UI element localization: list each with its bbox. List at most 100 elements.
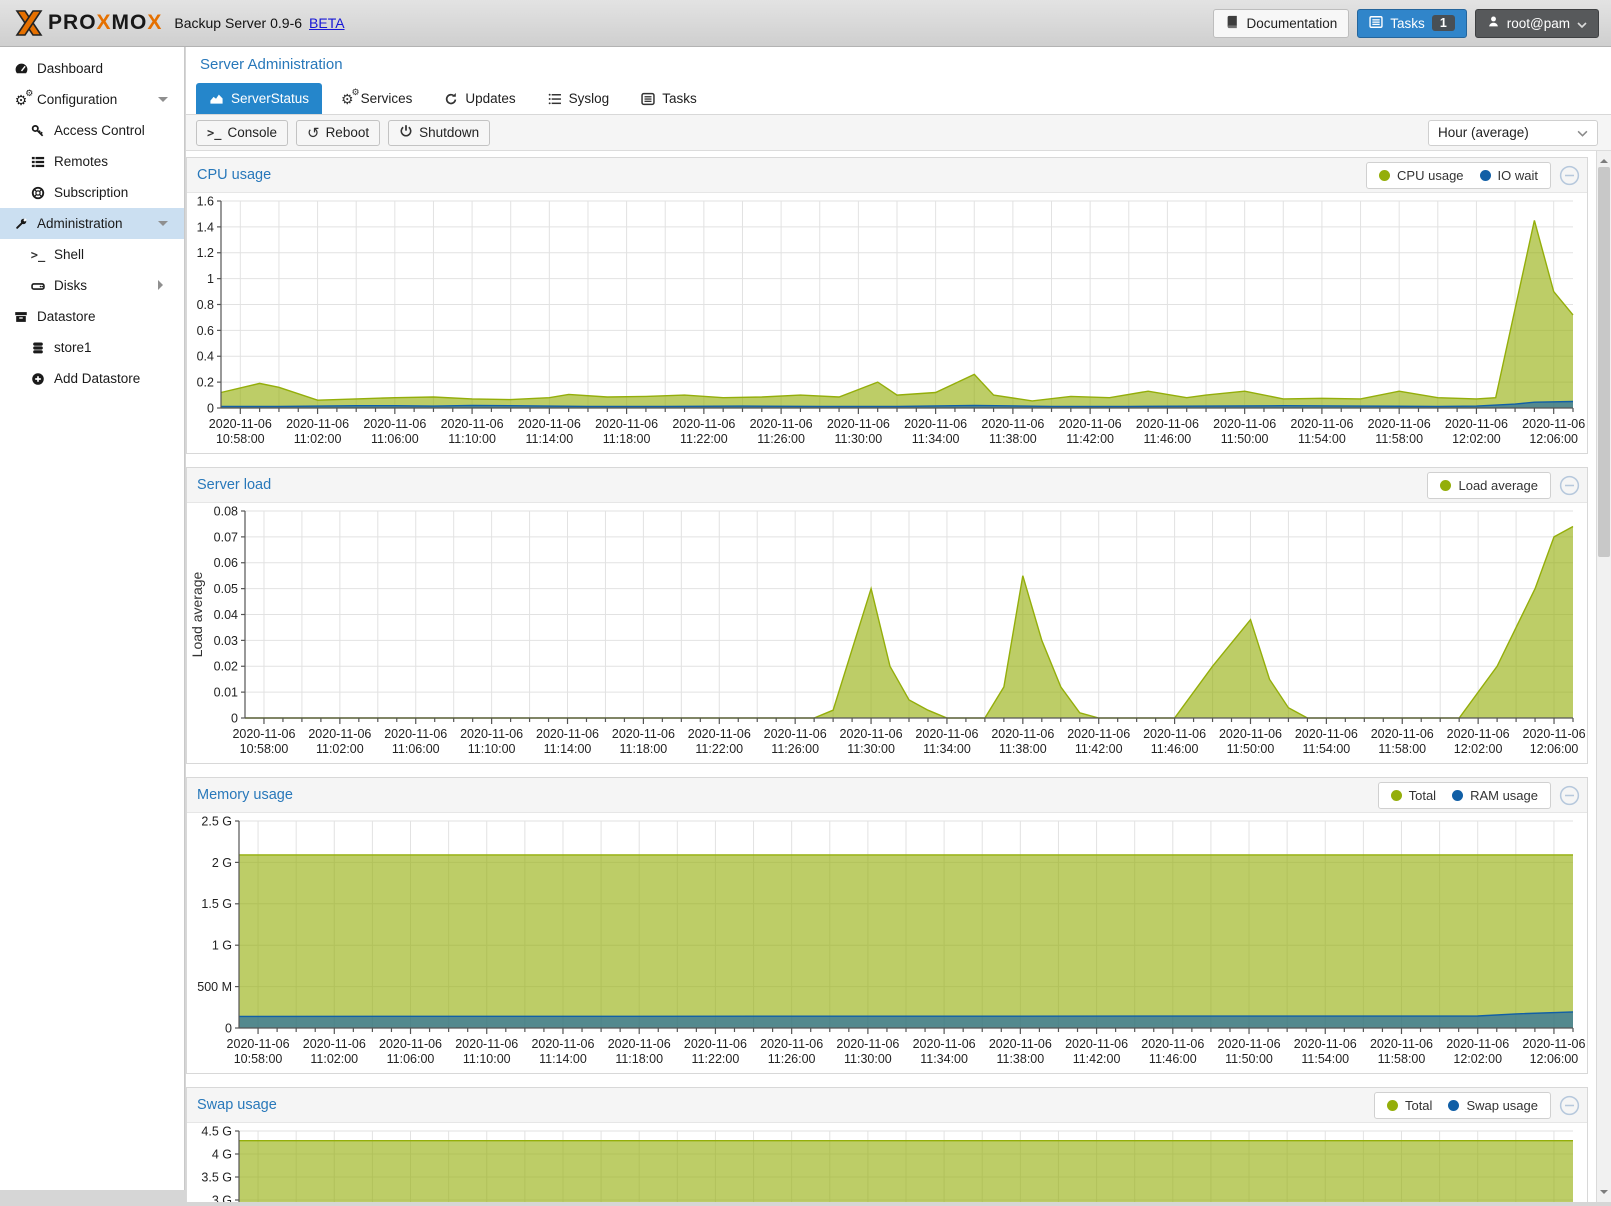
svg-text:2020-11-06: 2020-11-06 [915,727,978,741]
svg-text:11:02:00: 11:02:00 [310,1052,358,1066]
svg-text:2.5 G: 2.5 G [201,814,232,828]
sidebar-item-shell[interactable]: >_Shell [0,239,184,270]
svg-text:2020-11-06: 2020-11-06 [1368,417,1431,431]
collapse-panel-button[interactable] [1559,1095,1580,1116]
scrollbar-thumb[interactable] [1598,167,1610,557]
caret-right-icon[interactable] [158,280,168,290]
svg-text:2020-11-06: 2020-11-06 [1445,417,1508,431]
svg-text:2020-11-06: 2020-11-06 [303,1037,366,1051]
svg-text:2020-11-06: 2020-11-06 [531,1037,594,1051]
sidebar-item-subscription[interactable]: Subscription [0,177,184,208]
brand-wordmark: PROXMOX [48,11,162,35]
svg-text:2020-11-06: 2020-11-06 [989,1037,1052,1051]
svg-text:2020-11-06: 2020-11-06 [1522,1037,1585,1051]
svg-text:2020-11-06: 2020-11-06 [913,1037,976,1051]
toolbar: >_ Console ↺ Reboot Shutdown Hour (avera… [186,115,1611,151]
svg-text:2020-11-06: 2020-11-06 [1447,727,1510,741]
sidebar-item-disks[interactable]: Disks [0,270,184,301]
svg-text:10:58:00: 10:58:00 [216,432,265,446]
proxmox-logo-icon [12,9,44,37]
svg-text:0.04: 0.04 [214,608,238,622]
sidebar-item-administration[interactable]: Administration [0,208,184,239]
svg-text:2020-11-06: 2020-11-06 [1290,417,1353,431]
tasks-button[interactable]: Tasks 1 [1357,9,1466,38]
svg-text:2020-11-06: 2020-11-06 [1218,1037,1281,1051]
legend-item-total: Total [1387,1098,1432,1113]
tab-serverstatus[interactable]: ServerStatus [196,83,322,114]
svg-text:2020-11-06: 2020-11-06 [286,417,349,431]
product-version: Backup Server 0.9-6 [174,15,302,31]
svg-text:10:58:00: 10:58:00 [240,742,289,756]
tab-label: Updates [465,91,515,106]
sidebar-item-datastore[interactable]: Datastore [0,301,184,332]
tab-syslog[interactable]: Syslog [535,83,623,114]
svg-text:2020-11-06: 2020-11-06 [536,727,599,741]
svg-text:500 M: 500 M [197,980,232,994]
collapse-panel-button[interactable] [1559,785,1580,806]
shutdown-button[interactable]: Shutdown [388,120,490,146]
svg-text:11:54:00: 11:54:00 [1303,742,1351,756]
svg-text:2020-11-06: 2020-11-06 [1523,727,1586,741]
legend-dot-icon [1379,170,1390,181]
svg-text:2020-11-06: 2020-11-06 [460,727,523,741]
panel-title: CPU usage [197,167,271,183]
sidebar-item-add-datastore[interactable]: Add Datastore [0,363,184,394]
panel-memory: Memory usageTotalRAM usage0500 M1 G1.5 G… [186,777,1588,1074]
sidebar-item-remotes[interactable]: Remotes [0,146,184,177]
svg-text:11:30:00: 11:30:00 [847,742,895,756]
svg-text:12:06:00: 12:06:00 [1530,742,1579,756]
collapse-panel-button[interactable] [1559,475,1580,496]
svg-text:11:18:00: 11:18:00 [620,742,668,756]
svg-text:11:42:00: 11:42:00 [1075,742,1123,756]
svg-text:0.08: 0.08 [214,504,238,518]
sidebar-item-label: Configuration [37,92,117,107]
svg-text:2020-11-06: 2020-11-06 [1295,727,1358,741]
svg-text:11:46:00: 11:46:00 [1149,1052,1197,1066]
svg-text:2020-11-06: 2020-11-06 [1059,417,1122,431]
legend-label: Total [1409,788,1436,803]
svg-text:1 G: 1 G [212,939,232,953]
svg-text:2020-11-06: 2020-11-06 [991,727,1054,741]
tab-services[interactable]: ⚙⚙Services [328,83,425,114]
sidebar-item-dashboard[interactable]: Dashboard [0,53,184,84]
collapse-panel-button[interactable] [1559,165,1580,186]
key-icon [29,123,47,139]
sidebar-item-store1[interactable]: store1 [0,332,184,363]
panel-load: Server loadLoad average00.010.020.030.04… [186,467,1588,764]
svg-text:1.2: 1.2 [197,246,214,260]
power-icon [399,124,413,141]
panel-cpu: CPU usageCPU usageIO wait00.20.40.60.811… [186,157,1588,454]
svg-text:2020-11-06: 2020-11-06 [981,417,1044,431]
sidebar-item-configuration[interactable]: ⚙⚙Configuration [0,84,184,115]
tasks-count-badge: 1 [1432,15,1455,31]
svg-text:2020-11-06: 2020-11-06 [308,727,371,741]
svg-text:11:58:00: 11:58:00 [1378,1052,1426,1066]
reboot-button[interactable]: ↺ Reboot [296,120,380,146]
svg-text:2020-11-06: 2020-11-06 [608,1037,671,1051]
svg-text:11:06:00: 11:06:00 [392,742,440,756]
user-menu-button[interactable]: root@pam [1475,9,1599,38]
chart-cpu: 00.20.40.60.811.21.41.62020-11-0610:58:0… [187,193,1587,453]
scroll-down-arrow-icon[interactable] [1600,1190,1608,1198]
archive-icon [12,309,30,325]
svg-text:2020-11-06: 2020-11-06 [384,727,447,741]
scroll-up-arrow-icon[interactable] [1600,155,1608,163]
hdd-icon [29,278,47,294]
sidebar-item-label: Remotes [54,154,108,169]
tab-tasks[interactable]: Tasks [628,83,710,114]
beta-link[interactable]: BETA [309,15,345,31]
caret-down-icon[interactable] [158,97,168,107]
svg-text:2020-11-06: 2020-11-06 [612,727,675,741]
documentation-button[interactable]: Documentation [1213,9,1349,38]
sidebar-item-access-control[interactable]: Access Control [0,115,184,146]
caret-down-icon[interactable] [158,221,168,231]
tab-updates[interactable]: Updates [431,83,528,114]
svg-text:2020-11-06: 2020-11-06 [1370,1037,1433,1051]
console-button[interactable]: >_ Console [196,120,288,146]
svg-text:2020-11-06: 2020-11-06 [836,1037,899,1051]
svg-text:2020-11-06: 2020-11-06 [1213,417,1276,431]
vertical-scrollbar[interactable] [1596,151,1611,1202]
timeframe-select[interactable]: Hour (average) [1428,120,1598,146]
svg-text:2020-11-06: 2020-11-06 [379,1037,442,1051]
charts-region: CPU usageCPU usageIO wait00.20.40.60.811… [186,151,1596,1202]
